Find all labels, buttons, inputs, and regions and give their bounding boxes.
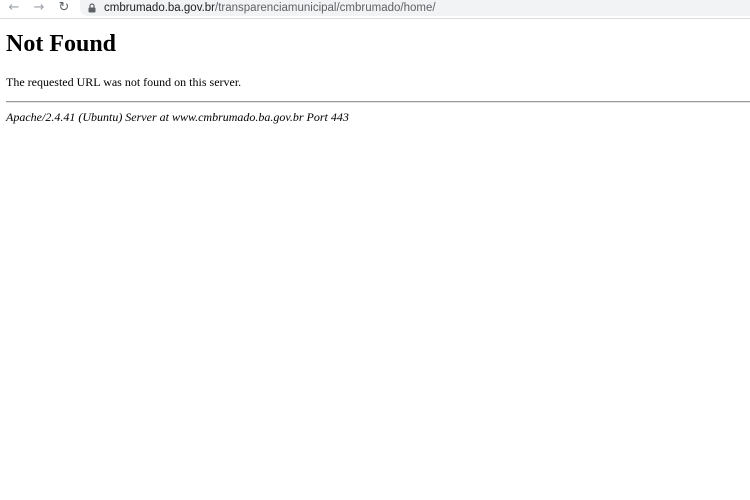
url-path: /transparenciamunicipal/cmbrumado/home/ [215, 2, 436, 14]
arrow-left-icon: ← [8, 0, 20, 15]
server-signature: Apache/2.4.41 (Ubuntu) Server at www.cmb… [6, 110, 349, 124]
toolbar-divider [0, 18, 750, 19]
reload-button[interactable]: ↻ [55, 0, 73, 16]
url-host: cmbrumado.ba.gov.br [104, 2, 216, 14]
page-title: Not Found [6, 31, 117, 57]
horizontal-rule [6, 101, 750, 103]
error-message: The requested URL was not found on this … [6, 75, 242, 89]
browser-toolbar: ← → ↻ cmbrumado.ba.gov.br/transparenciam… [0, 0, 750, 18]
lock-icon [88, 3, 96, 13]
url-text[interactable]: cmbrumado.ba.gov.br/transparenciamunicip… [104, 1, 436, 15]
reload-icon: ↻ [58, 0, 70, 15]
page-content: Not Found The requested URL was not foun… [6, 20, 750, 125]
forward-button[interactable]: → [30, 0, 48, 16]
back-button[interactable]: ← [5, 0, 23, 16]
arrow-right-icon: → [33, 0, 45, 15]
address-bar[interactable]: cmbrumado.ba.gov.br/transparenciamunicip… [80, 0, 750, 16]
